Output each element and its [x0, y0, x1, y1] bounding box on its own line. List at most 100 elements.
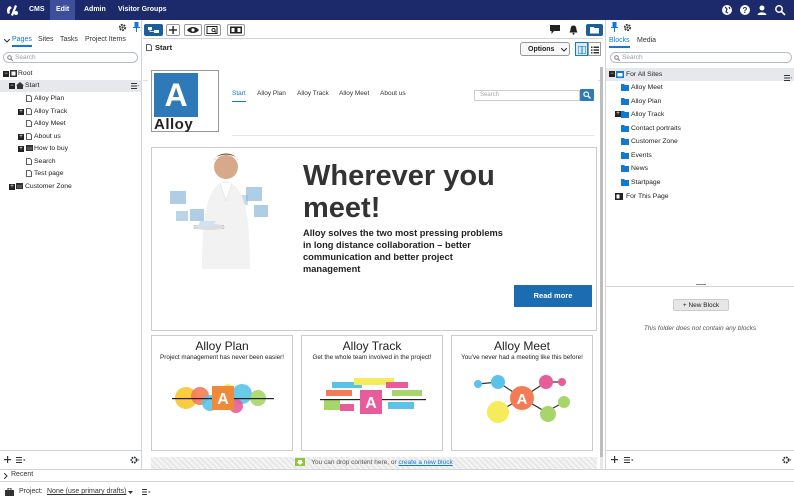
- tab-media[interactable]: Media: [637, 37, 656, 46]
- site-nav-about-us[interactable]: About us: [380, 90, 406, 97]
- list-menu-icon[interactable]: [624, 457, 634, 463]
- compare-view-button[interactable]: [204, 24, 221, 36]
- site-nav-alloy-track[interactable]: Alloy Track: [297, 90, 329, 97]
- nav-edit[interactable]: Edit: [50, 0, 76, 20]
- header-divider: [232, 135, 594, 136]
- project-selector[interactable]: None (use primary drafts): [47, 488, 126, 495]
- pin-icon[interactable]: [611, 22, 618, 32]
- all-properties-view-button[interactable]: [588, 42, 601, 56]
- page-tree-search-input[interactable]: Search: [3, 52, 138, 63]
- episerver-logo-icon[interactable]: [5, 3, 19, 17]
- folder-contact-portraits[interactable]: Contact portraits: [606, 122, 794, 135]
- collapse-toggle-icon[interactable]: −: [609, 71, 615, 77]
- tree-label: Test page: [34, 170, 64, 177]
- create-content-button[interactable]: [166, 24, 180, 36]
- site-nav-start[interactable]: Start: [232, 90, 246, 102]
- list-menu-icon[interactable]: [16, 457, 26, 463]
- context-menu-icon[interactable]: [131, 83, 139, 89]
- folder-for-all-sites[interactable]: − For All Sites: [606, 68, 794, 81]
- tab-blocks[interactable]: Blocks: [609, 37, 630, 48]
- folder-alloy-meet[interactable]: Alloy Meet: [606, 81, 794, 94]
- toggle-navigation-pane-button[interactable]: [144, 24, 163, 36]
- pin-icon[interactable]: [133, 22, 140, 32]
- card-title: Alloy Meet: [493, 339, 551, 353]
- site-nav-alloy-meet[interactable]: Alloy Meet: [339, 90, 369, 97]
- toggle-assets-pane-button[interactable]: [586, 24, 603, 36]
- tree-node-root[interactable]: − Root: [0, 68, 141, 80]
- settings-gear-icon[interactable]: [782, 456, 792, 464]
- eye-icon: [187, 27, 199, 33]
- folder-alloy-plan[interactable]: Alloy Plan: [606, 95, 794, 108]
- expand-toggle-icon[interactable]: +: [18, 134, 24, 140]
- settings-gear-icon[interactable]: [118, 23, 127, 32]
- product-card-alloy-plan[interactable]: Alloy Plan Project management has never …: [151, 335, 293, 451]
- tree-node-how-to-buy[interactable]: + How to buy: [0, 143, 141, 155]
- nav-admin[interactable]: Admin: [78, 0, 112, 20]
- add-icon[interactable]: [611, 456, 618, 463]
- collapse-toggle-icon[interactable]: −: [9, 83, 15, 89]
- preview-button[interactable]: [184, 24, 202, 36]
- new-block-button[interactable]: + New Block: [673, 299, 729, 311]
- product-card-alloy-meet[interactable]: Alloy Meet You've never had a meeting li…: [451, 335, 593, 451]
- expand-toggle-icon[interactable]: +: [9, 184, 15, 190]
- folder-startpage[interactable]: Startpage: [606, 176, 794, 189]
- site-nav-alloy-plan[interactable]: Alloy Plan: [257, 90, 286, 97]
- tab-tasks[interactable]: Tasks: [60, 36, 78, 45]
- options-button[interactable]: Options: [520, 42, 570, 56]
- tree-node-search[interactable]: Search: [0, 156, 141, 168]
- alloy-logo[interactable]: A Alloy: [151, 70, 219, 133]
- blocks-search-input[interactable]: Search: [610, 52, 792, 63]
- project-menu-icon[interactable]: [142, 489, 151, 495]
- toggle-assets-button[interactable]: [227, 24, 245, 36]
- tree-node-about-us[interactable]: + About us: [0, 131, 141, 143]
- folder-news[interactable]: News: [606, 162, 794, 175]
- site-search-input[interactable]: Search: [474, 90, 580, 101]
- add-icon[interactable]: [4, 456, 11, 463]
- site-search-button[interactable]: [580, 89, 594, 101]
- folder-for-this-page[interactable]: For This Page: [606, 190, 794, 203]
- comments-icon[interactable]: [550, 25, 560, 34]
- user-icon[interactable]: [756, 4, 768, 16]
- folder-customer-zone[interactable]: Customer Zone: [606, 135, 794, 148]
- expand-toggle-icon[interactable]: +: [18, 146, 24, 152]
- read-more-button[interactable]: Read more: [514, 285, 592, 307]
- nav-visitor-groups[interactable]: Visitor Groups: [112, 0, 173, 20]
- settings-gear-icon[interactable]: [623, 23, 632, 32]
- create-new-block-link[interactable]: create a new block: [399, 459, 453, 466]
- tree-node-alloy-plan[interactable]: Alloy Plan: [0, 93, 141, 105]
- folder-alloy-track[interactable]: + Alloy Track: [606, 108, 794, 121]
- folder-events[interactable]: Events: [606, 149, 794, 162]
- folder-icon: [590, 27, 599, 34]
- content-area-dropzone[interactable]: You can drop content here, or create a n…: [151, 457, 597, 469]
- tab-sites[interactable]: Sites: [38, 36, 54, 45]
- collapse-chevron-icon[interactable]: [4, 39, 10, 43]
- svg-text:A: A: [217, 391, 229, 408]
- splitter-handle[interactable]: [696, 284, 706, 285]
- expand-toggle-icon[interactable]: +: [18, 109, 24, 115]
- tree-node-customer-zone[interactable]: + Customer Zone: [0, 181, 141, 193]
- collapse-toggle-icon[interactable]: −: [3, 71, 9, 77]
- notification-bell-icon[interactable]: [569, 25, 578, 35]
- globe-icon[interactable]: [721, 4, 733, 16]
- folder-icon: [621, 138, 629, 145]
- hero-teaser-block[interactable]: Wherever you meet! Alloy solves the two …: [151, 147, 597, 331]
- pane-splitter[interactable]: [606, 286, 794, 287]
- tree-node-alloy-meet[interactable]: Alloy Meet: [0, 118, 141, 130]
- hero-body-line3: communication and better project: [303, 252, 453, 262]
- tree-node-start[interactable]: − Start: [0, 80, 141, 92]
- settings-gear-icon[interactable]: [130, 456, 140, 464]
- product-card-alloy-track[interactable]: Alloy Track Get the whole team involved …: [301, 335, 443, 451]
- tab-project-items[interactable]: Project Items: [85, 36, 126, 45]
- scrollbar-thumb[interactable]: [600, 67, 603, 457]
- preview-scrollbar[interactable]: [600, 67, 603, 469]
- tab-pages[interactable]: Pages: [12, 36, 32, 47]
- tree-node-alloy-track[interactable]: + Alloy Track: [0, 106, 141, 118]
- help-icon[interactable]: ?: [739, 4, 751, 16]
- chevron-down-icon[interactable]: [128, 491, 133, 494]
- assets-pane: Blocks Media Search − For All Sites Allo…: [605, 20, 794, 469]
- on-page-edit-view-button[interactable]: [575, 42, 588, 56]
- nav-cms[interactable]: CMS: [23, 0, 51, 20]
- recent-bar[interactable]: Recent: [0, 469, 794, 481]
- search-icon[interactable]: [774, 4, 786, 16]
- tree-node-test-page[interactable]: Test page: [0, 168, 141, 180]
